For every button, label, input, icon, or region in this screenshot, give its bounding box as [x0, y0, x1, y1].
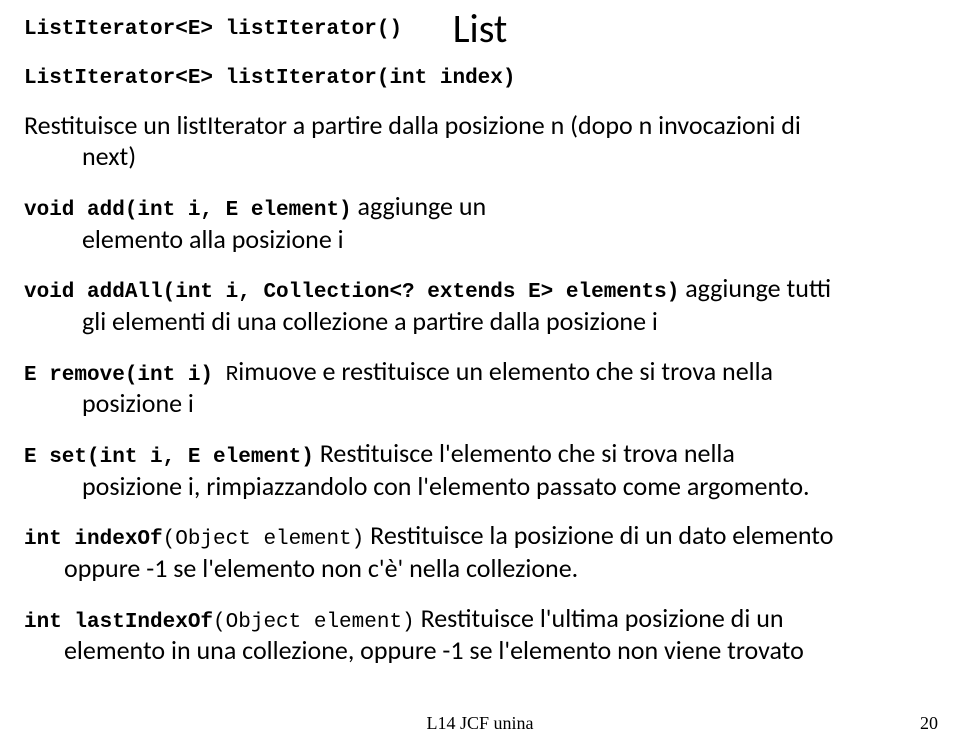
method-line: int indexOf(Object element) Restituisce …	[24, 520, 936, 553]
method-signature: ListIterator<E> listIterator(int index)	[24, 66, 936, 92]
description-text: gli elementi di una collezione a partire…	[24, 306, 936, 338]
description-text: Restituisce l'ultima posizione di un	[421, 602, 784, 634]
method-line: void add(int i, E element) aggiunge un	[24, 191, 936, 224]
description-text: elemento in una collezione, oppure -1 se…	[24, 635, 936, 667]
method-block: void addAll(int i, Collection<? extends …	[24, 273, 936, 337]
description-text: posizione i, rimpiazzandolo con l'elemen…	[24, 471, 936, 503]
method-block: void add(int i, E element) aggiunge un e…	[24, 191, 936, 255]
page-number: 20	[920, 713, 938, 734]
method-block: E remove(int i) Rimuove e restituisce un…	[24, 356, 936, 420]
method-line: void addAll(int i, Collection<? extends …	[24, 273, 936, 306]
method-line: E remove(int i) Rimuove e restituisce un…	[24, 356, 936, 389]
description-text: elemento alla posizione i	[24, 224, 936, 256]
method-signature: int lastIndexOf	[24, 611, 213, 634]
description-text: Restituisce l'elemento che si trova nell…	[320, 437, 735, 469]
description-text: next)	[24, 141, 936, 173]
method-line: int lastIndexOf(Object element) Restitui…	[24, 603, 936, 636]
description-text: Restituisce un listIterator a partire da…	[24, 110, 936, 142]
description-text: oppure -1 se l'elemento non c'è' nella c…	[24, 553, 936, 585]
method-signature: void addAll(int i, Collection<? extends …	[24, 281, 679, 304]
description-text: Restituisce la posizione di un dato elem…	[370, 519, 833, 551]
slide-content: ListIterator<E> listIterator() List List…	[0, 0, 960, 667]
description-text: posizione i	[24, 388, 936, 420]
method-params: (Object element)	[163, 528, 365, 551]
method-signature: ListIterator<E> listIterator()	[24, 18, 402, 41]
method-signature: int indexOf	[24, 528, 163, 551]
method-block: int indexOf(Object element) Restituisce …	[24, 520, 936, 584]
method-params: (Object element)	[213, 611, 415, 634]
method-cap: R	[226, 364, 239, 387]
method-block: int lastIndexOf(Object element) Restitui…	[24, 603, 936, 667]
method-block: ListIterator<E> listIterator(int index)	[24, 66, 936, 92]
description-text: aggiunge tutti	[685, 272, 831, 304]
method-signature: void add(int i, E element)	[24, 199, 352, 222]
method-cap	[213, 364, 226, 387]
method-block: E set(int i, E element) Restituisce l'el…	[24, 438, 936, 502]
footer-text: L14 JCF unina	[0, 713, 960, 734]
description-text: imuove e restituisce un elemento che si …	[238, 355, 773, 387]
method-signature: E remove(int i)	[24, 364, 213, 387]
description-block: Restituisce un listIterator a partire da…	[24, 110, 936, 173]
method-signature: E set(int i, E element)	[24, 446, 314, 469]
description-text: aggiunge un	[358, 190, 487, 222]
method-line: E set(int i, E element) Restituisce l'el…	[24, 438, 936, 471]
header-row: ListIterator<E> listIterator() List	[24, 4, 936, 54]
